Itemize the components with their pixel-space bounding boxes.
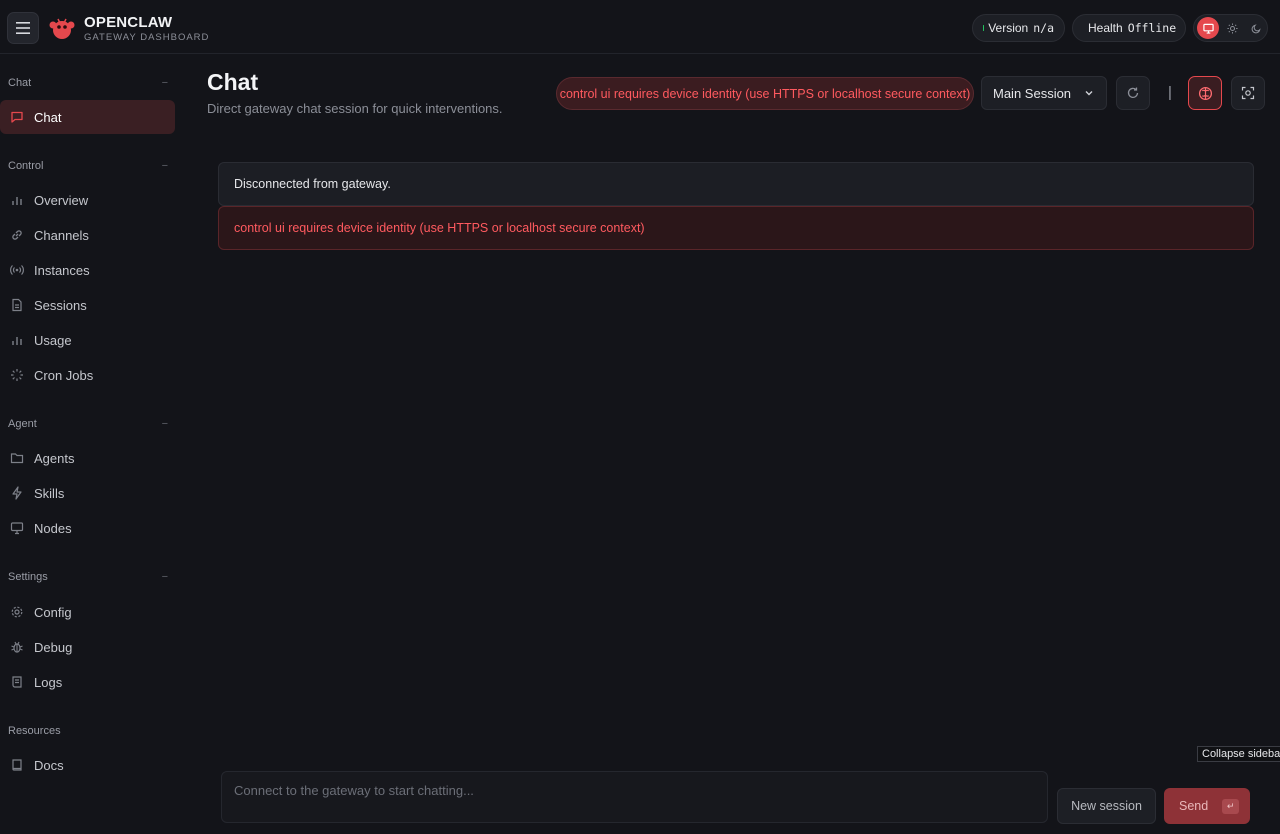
collapse-sidebar-tooltip: Collapse sidebar	[1197, 746, 1280, 762]
sidebar-item-usage[interactable]: Usage	[0, 323, 175, 357]
sidebar-item-label: Channels	[34, 227, 89, 243]
bug-icon	[11, 641, 23, 653]
health-badge: Health Offline	[1072, 14, 1186, 42]
sidebar-section-label: Agent	[8, 418, 37, 430]
brand-title: OPENCLAW	[84, 14, 173, 31]
sidebar-item-debug[interactable]: Debug	[0, 630, 175, 664]
sidebar-item-label: Logs	[34, 674, 63, 690]
disconnected-notice: Disconnected from gateway.	[218, 162, 1254, 206]
thinking-toggle-button[interactable]	[1188, 76, 1222, 110]
sidebar-item-label: Chat	[34, 109, 62, 125]
enter-key-icon: ↵	[1222, 798, 1240, 814]
toolbar-separator: |	[1168, 84, 1172, 101]
sun-icon	[1226, 22, 1238, 34]
health-label: Health	[1088, 21, 1123, 35]
sidebar-item-nodes[interactable]: Nodes	[0, 511, 175, 545]
sidebar-item-chat[interactable]: Chat	[0, 100, 175, 134]
sidebar-section-chat[interactable]: Chat −	[8, 75, 168, 91]
hamburger-icon	[16, 22, 30, 34]
sidebar-item-logs[interactable]: Logs	[0, 665, 175, 699]
sidebar-item-cron-jobs[interactable]: Cron Jobs	[0, 358, 175, 392]
health-value: Offline	[1127, 21, 1177, 35]
brand: OPENCLAW GATEWAY DASHBOARD	[84, 15, 209, 44]
sidebar-item-label: Skills	[34, 485, 65, 501]
sidebar-section-agent[interactable]: Agent −	[8, 416, 168, 432]
sidebar-section-label: Control	[8, 160, 44, 172]
focus-icon	[1241, 86, 1255, 100]
theme-dark-button[interactable]	[1245, 17, 1267, 39]
collapse-icon: −	[161, 160, 168, 172]
menu-button[interactable]	[7, 12, 39, 44]
link-icon	[12, 230, 22, 240]
page-title: Chat	[207, 69, 259, 95]
monitor-icon	[1202, 23, 1214, 34]
page-subtitle: Direct gateway chat session for quick in…	[207, 101, 503, 116]
moon-icon	[1251, 23, 1261, 33]
bar-chart-icon	[12, 197, 22, 205]
folder-icon	[10, 453, 24, 464]
error-badge: control ui requires device identity (use…	[556, 77, 974, 110]
focus-mode-button[interactable]	[1231, 76, 1265, 110]
sidebar-item-skills[interactable]: Skills	[0, 476, 175, 510]
sidebar-section-label: Chat	[8, 77, 32, 89]
sidebar-item-label: Cron Jobs	[34, 367, 94, 383]
sidebar-section-label: Resources	[8, 725, 61, 737]
brand-subtitle: GATEWAY DASHBOARD	[84, 32, 210, 43]
sidebar-item-docs[interactable]: Docs	[0, 748, 175, 782]
openclaw-logo-icon	[49, 18, 75, 39]
sidebar-section-resources[interactable]: Resources	[8, 723, 168, 739]
version-value: n/a	[1033, 21, 1054, 35]
sidebar-item-label: Sessions	[34, 297, 87, 313]
theme-system-button[interactable]	[1197, 17, 1219, 39]
sidebar: Chat − Chat Control − Overview Channels …	[0, 55, 183, 834]
message-icon	[11, 111, 23, 123]
sidebar-item-sessions[interactable]: Sessions	[0, 288, 175, 322]
sidebar-section-settings[interactable]: Settings −	[8, 569, 168, 585]
theme-switcher	[1193, 14, 1268, 42]
sidebar-item-config[interactable]: Config	[0, 595, 175, 629]
theme-light-button[interactable]	[1221, 17, 1243, 39]
sidebar-item-label: Instances	[34, 262, 90, 278]
refresh-button[interactable]	[1116, 76, 1150, 110]
sidebar-item-channels[interactable]: Channels	[0, 218, 175, 252]
sidebar-item-label: Debug	[34, 639, 73, 655]
loader-icon	[11, 369, 23, 381]
bar-chart-icon	[12, 337, 22, 345]
session-select[interactable]: Main Session	[981, 76, 1107, 110]
sidebar-item-label: Usage	[34, 332, 72, 348]
chat-input[interactable]	[222, 772, 1047, 822]
brain-icon	[1198, 86, 1212, 100]
top-bar: OPENCLAW GATEWAY DASHBOARD Version n/a H…	[0, 0, 1280, 54]
sidebar-item-label: Docs	[34, 757, 64, 773]
document-icon	[12, 298, 22, 312]
refresh-icon	[1127, 87, 1139, 98]
collapse-icon: −	[161, 571, 168, 583]
error-notice: control ui requires device identity (use…	[218, 206, 1254, 250]
send-button[interactable]: Send ↵	[1164, 788, 1250, 824]
version-badge: Version n/a	[972, 14, 1065, 42]
session-select-value: Main Session	[993, 85, 1072, 101]
chevron-down-icon	[1085, 91, 1093, 96]
sidebar-item-agents[interactable]: Agents	[0, 441, 175, 475]
collapse-icon: −	[161, 77, 168, 89]
new-session-button[interactable]: New session	[1057, 788, 1156, 824]
broadcast-icon	[10, 265, 24, 275]
sidebar-item-label: Config	[34, 604, 72, 620]
sidebar-item-label: Nodes	[34, 520, 72, 536]
lightning-icon	[12, 486, 22, 500]
gear-icon	[11, 606, 23, 618]
scroll-icon	[12, 676, 22, 688]
send-label: Send	[1179, 799, 1209, 813]
collapse-icon: −	[161, 418, 168, 430]
sidebar-item-label: Agents	[34, 450, 75, 466]
book-icon	[12, 759, 22, 771]
sidebar-item-instances[interactable]: Instances	[0, 253, 175, 287]
version-label: Version	[988, 21, 1029, 35]
sidebar-item-label: Overview	[34, 192, 89, 208]
sidebar-section-label: Settings	[8, 571, 48, 583]
sidebar-section-control[interactable]: Control −	[8, 158, 168, 174]
monitor-icon	[10, 522, 24, 535]
chat-composer	[221, 771, 1048, 823]
sidebar-item-overview[interactable]: Overview	[0, 183, 175, 217]
